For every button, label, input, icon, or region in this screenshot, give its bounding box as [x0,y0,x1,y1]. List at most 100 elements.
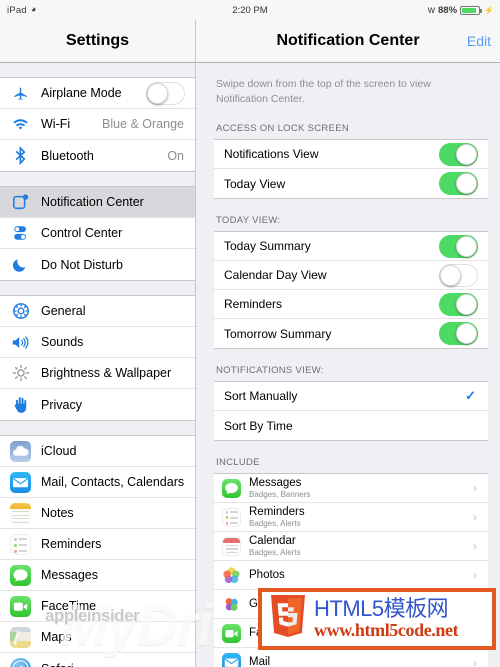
sidebar-item-messages[interactable]: Messages [0,560,195,591]
sidebar-item-maps[interactable]: Maps [0,622,195,653]
bluetooth-icon [10,145,31,166]
facetime-icon [222,623,241,643]
mail-icon [222,653,241,667]
sidebar-item-bluetooth[interactable]: Bluetooth On [0,140,195,171]
chevron-right-icon: › [473,539,477,554]
sidebar-item-label: Do Not Disturb [41,257,123,272]
bluetooth-icon: w [427,4,436,16]
settings-sidebar[interactable]: Airplane Mode Wi-Fi Blue & Orange Blueto… [0,63,195,667]
chevron-right-icon: › [473,655,477,667]
photos-icon [222,565,241,585]
sidebar-item-label: Wi-Fi [41,117,71,131]
row-tomorrow-summary[interactable]: Tomorrow Summary [214,319,488,348]
sidebar-item-privacy[interactable]: Privacy [0,389,195,420]
sidebar-item-label: Notification Center [41,195,144,209]
sidebar-item-label: Bluetooth [41,148,94,163]
include-row-photos[interactable]: Photos › [214,561,488,591]
messages-icon [222,478,241,498]
sidebar-item-label: Sounds [41,335,84,349]
html5-logo-icon [268,595,308,643]
row-label: Reminders [224,297,283,312]
chevron-right-icon: › [473,510,477,525]
sidebar-item-general[interactable]: General [0,296,195,327]
include-row-mail[interactable]: Mail › [214,648,488,667]
sidebar-item-notes[interactable]: Notes [0,498,195,529]
sidebar-item-control-center[interactable]: Control Center [0,218,195,249]
row-today-view[interactable]: Today View [214,169,488,198]
control-center-icon [10,223,31,244]
wifi-icon [10,114,31,135]
sidebar-item-label: Mail, Contacts, Calendars [41,475,185,489]
hand-icon [10,394,31,415]
sidebar-item-airplane-mode[interactable]: Airplane Mode [0,78,195,109]
include-row-subtitle: Badges, Alerts [249,548,301,558]
battery-icon [460,5,483,15]
sidebar-item-label: Messages [41,568,98,582]
row-reminders[interactable]: Reminders [214,290,488,320]
reminders-toggle[interactable] [439,292,478,316]
sidebar-item-brightness-wallpaper[interactable]: Brightness & Wallpaper [0,358,195,389]
status-bar: iPad ◕ 2:20 PM w 88% ⚡ [0,0,500,20]
include-row-calendar[interactable]: Calendar Badges, Alerts › [214,532,488,562]
sidebar-item-mail-contacts-calendars[interactable]: Mail, Contacts, Calendars [0,467,195,498]
sidebar-group-connectivity: Airplane Mode Wi-Fi Blue & Orange Blueto… [0,77,195,172]
sidebar-item-reminders[interactable]: Reminders [0,529,195,560]
tomorrow-summary-toggle[interactable] [439,322,478,346]
today-view-toggle[interactable] [439,172,478,196]
sidebar-item-do-not-disturb[interactable]: Do Not Disturb [0,249,195,280]
sidebar-navbar: Settings [0,20,195,63]
include-row-subtitle: Badges, Alerts [249,519,301,529]
airplane-icon [10,83,31,104]
sidebar-group-apps: iCloud Mail, Contacts, Calendars Notes R… [0,435,195,667]
include-row-title: Photos [249,568,285,581]
chevron-right-icon: › [473,481,477,496]
section-header-include: INCLUDE [216,457,260,469]
sidebar-item-label: FaceTime [41,599,97,613]
sidebar-group-system: General Sounds Brightness & Wallpaper Pr… [0,295,195,421]
sidebar-item-label: Brightness & Wallpaper [41,366,172,380]
row-label: Sort By Time [224,418,293,433]
include-row-messages[interactable]: Messages Badges, Banners › [214,474,488,504]
section-header-today-view: TODAY VIEW: [216,215,281,227]
row-sort-by-time[interactable]: Sort By Time [214,411,488,440]
sidebar-item-sounds[interactable]: Sounds [0,327,195,358]
row-notifications-view[interactable]: Notifications View [214,140,488,170]
page-title: Settings [65,32,130,49]
sidebar-item-icloud[interactable]: iCloud [0,436,195,467]
sidebar-item-facetime[interactable]: FaceTime [0,591,195,622]
html5-watermark-line1: HTML5模板网 [314,596,449,622]
row-label: Tomorrow Summary [224,326,332,341]
calendar-day-view-toggle[interactable] [439,263,478,287]
today-summary-toggle[interactable] [439,234,478,258]
notification-center-icon [10,192,31,213]
sidebar-spacer [0,281,195,295]
sidebar-item-notification-center[interactable]: Notification Center [0,187,195,218]
row-calendar-day-view[interactable]: Calendar Day View [214,261,488,291]
row-today-summary[interactable]: Today Summary [214,232,488,262]
facetime-icon [10,595,31,617]
airplane-mode-toggle[interactable] [146,81,185,105]
sidebar-group-centers: Notification Center Control Center Do No… [0,186,195,281]
today-view-card: Today Summary Calendar Day View Reminder… [214,231,488,350]
include-row-reminders[interactable]: Reminders Badges, Alerts › [214,503,488,533]
detail-title: Notification Center [276,32,420,49]
sidebar-item-label: Notes [41,506,74,520]
game-center-icon [222,594,241,614]
notifications-view-toggle[interactable] [439,142,478,166]
row-label: Notifications View [224,147,319,162]
row-sort-manually[interactable]: Sort Manually ✓ [214,382,488,412]
html5code-watermark: HTML5模板网 www.html5code.net [258,588,496,650]
notification-center-detail[interactable]: Swipe down from the top of the screen to… [195,63,500,667]
reminders-icon [10,533,31,555]
section-header-notifications-view: NOTIFICATIONS VIEW: [216,365,324,377]
safari-icon [10,658,31,667]
html5-watermark-line2: www.html5code.net [314,619,459,640]
sidebar-item-label: General [41,304,86,318]
html5-watermark-text: HTML5模板网 www.html5code.net [314,596,459,640]
sidebar-item-wifi[interactable]: Wi-Fi Blue & Orange [0,109,195,140]
edit-button[interactable]: Edit [467,20,491,62]
sidebar-item-label: Control Center [41,226,123,240]
section-header-lock-screen: ACCESS ON LOCK SCREEN [216,123,349,135]
include-row-title: Mail [249,656,271,667]
sidebar-item-safari[interactable]: Safari [0,653,195,667]
